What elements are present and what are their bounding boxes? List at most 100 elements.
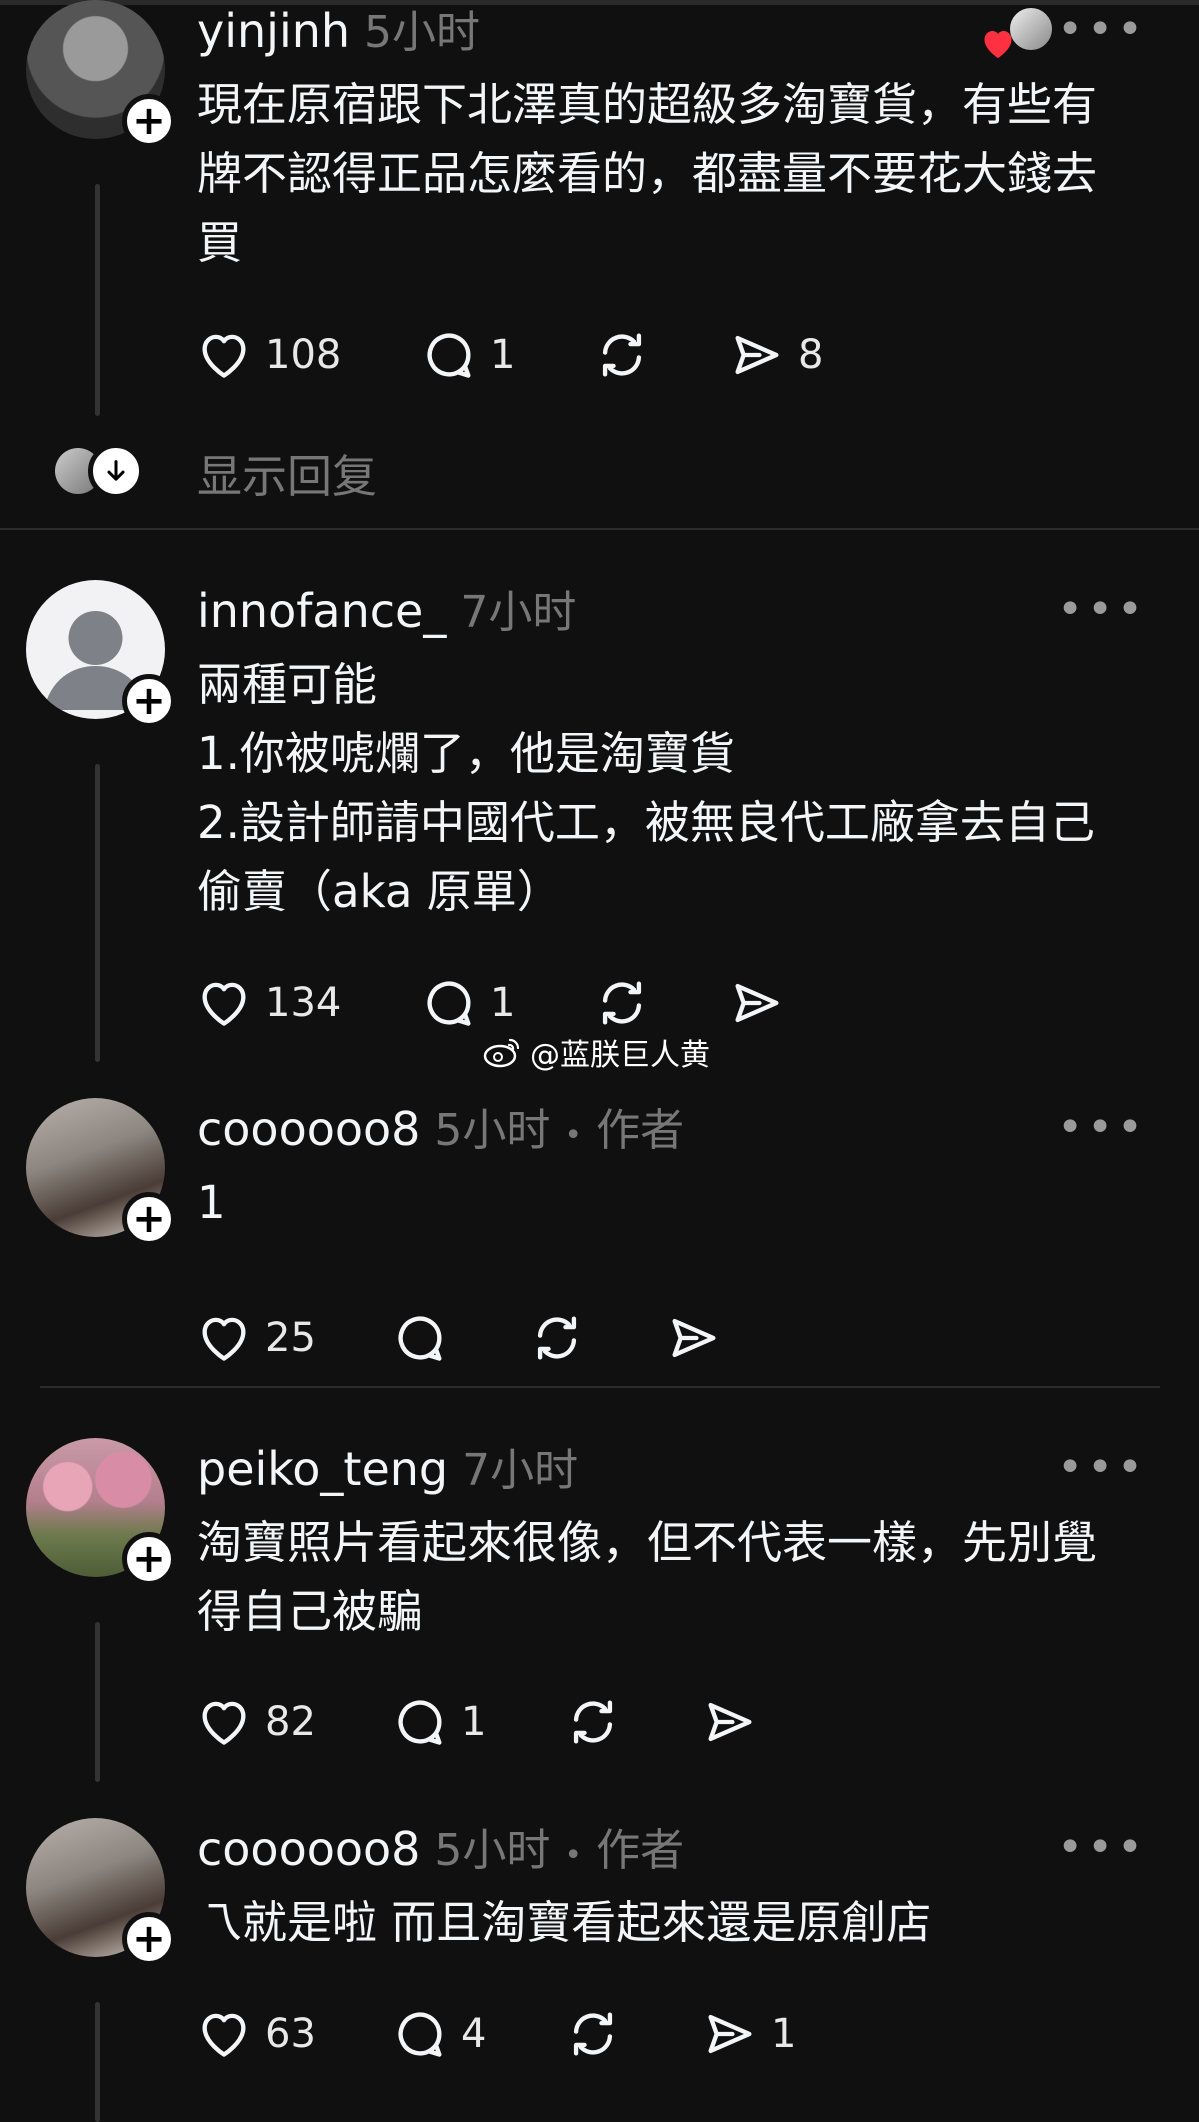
post-actions: 63 4 1 — [195, 2004, 796, 2064]
comment-button[interactable]: 1 — [391, 1693, 564, 1751]
repost-icon — [573, 2012, 613, 2056]
content-line: 現在原宿跟下北澤真的超級多淘寶貨，有些有 — [197, 78, 1098, 131]
post-header: yinjinh 5小时 — [197, 0, 480, 60]
content-line: 得自己被騙 — [197, 1585, 423, 1638]
comment-icon — [398, 1316, 442, 1361]
content-line: 兩種可能 — [197, 658, 378, 711]
arrow-down-icon — [107, 460, 125, 481]
post-content: 兩種可能 1.你被唬爛了，他是淘寶貨 2.設計師請中國代工，被無良代工廠拿去自己… — [197, 650, 1157, 926]
content-line: 牌不認得正品怎麼看的，都盡量不要花大錢去 — [197, 147, 1098, 200]
comment-count: 4 — [461, 2011, 487, 2057]
post-divider — [40, 1386, 1160, 1388]
username[interactable]: coooooo8 — [197, 1822, 420, 1876]
content-line: 2.設計師請中國代工，被無良代工廠拿去自己 — [197, 796, 1095, 849]
more-options-button[interactable]: ••• — [1057, 1102, 1147, 1153]
follow-plus-button[interactable]: + — [122, 1532, 176, 1586]
username[interactable]: yinjinh — [197, 4, 350, 58]
repost-button[interactable] — [593, 974, 728, 1032]
username[interactable]: peiko_teng — [197, 1442, 448, 1496]
content-line: 乁就是啦 而且淘寶看起來還是原創店 — [197, 1896, 932, 1949]
comment-button[interactable]: 1 — [420, 326, 593, 384]
thread-line — [95, 764, 100, 1062]
share-count: 1 — [771, 2011, 797, 2057]
content-line: 1 — [197, 1176, 226, 1229]
heart-icon — [202, 2013, 246, 2057]
comment-icon — [398, 2012, 442, 2057]
post-time: 5小时 — [434, 1105, 551, 1156]
repost-button[interactable] — [593, 326, 728, 384]
post-time: 5小时 — [364, 7, 481, 58]
username[interactable]: coooooo8 — [197, 1102, 420, 1156]
post-time: 5小时 — [434, 1825, 551, 1876]
like-count: 82 — [265, 1699, 316, 1745]
heart-icon — [202, 1317, 246, 1361]
like-button[interactable]: 82 — [195, 1693, 391, 1751]
post-actions: 82 1 — [195, 1692, 759, 1752]
watermark-text: @蓝朕巨人黄 — [530, 1038, 710, 1073]
like-button[interactable]: 25 — [195, 1309, 391, 1367]
repost-icon — [573, 1700, 613, 1744]
like-count: 134 — [265, 980, 342, 1026]
comment-button[interactable] — [391, 1309, 528, 1367]
follow-plus-button[interactable]: + — [122, 1192, 176, 1246]
like-button[interactable]: 134 — [195, 974, 420, 1032]
more-options-button[interactable]: ••• — [1057, 584, 1147, 635]
repost-button[interactable] — [564, 2005, 701, 2063]
thread-line — [95, 184, 100, 416]
post-content: 淘寶照片看起來很像，但不代表一樣，先別覺 得自己被騙 — [197, 1508, 1157, 1646]
repost-icon — [537, 1316, 577, 1360]
username[interactable]: innofance_ — [197, 584, 446, 638]
heart-icon — [202, 1701, 246, 1745]
share-count: 8 — [798, 332, 824, 378]
post-time: 7小时 — [460, 587, 577, 638]
post-header: peiko_teng 7小时 — [197, 1434, 578, 1498]
separator-dot: • — [564, 1118, 583, 1153]
post-content: 1 — [197, 1168, 1157, 1237]
share-button[interactable]: 8 — [728, 326, 823, 384]
comment-icon — [398, 1700, 442, 1745]
weibo-logo-icon — [483, 1038, 520, 1068]
post-header: coooooo8 5小时 • 作者 — [197, 1814, 684, 1878]
repost-icon — [602, 333, 642, 377]
watermark: @蓝朕巨人黄 — [482, 1030, 710, 1074]
more-options-button[interactable]: ••• — [1057, 1442, 1147, 1493]
comment-count: 1 — [490, 332, 516, 378]
like-count: 63 — [265, 2011, 316, 2057]
share-send-icon — [735, 983, 779, 1023]
heart-icon — [202, 982, 246, 1026]
follow-plus-button[interactable]: + — [122, 1912, 176, 1966]
follow-plus-button[interactable]: + — [122, 94, 176, 148]
comment-count: 1 — [461, 1699, 487, 1745]
post-actions: 134 1 — [195, 973, 786, 1033]
comment-icon — [427, 981, 471, 1026]
share-button[interactable] — [701, 1693, 759, 1751]
content-line: 1.你被唬爛了，他是淘寶貨 — [197, 727, 735, 780]
show-replies-link[interactable]: 显示回复 — [197, 440, 377, 505]
post-header: innofance_ 7小时 — [197, 576, 576, 640]
comment-count: 1 — [490, 980, 516, 1026]
content-line: 買 — [197, 216, 243, 269]
post-actions: 108 1 8 — [195, 325, 823, 385]
share-button[interactable] — [665, 1309, 723, 1367]
share-button[interactable] — [728, 974, 786, 1032]
like-button[interactable]: 63 — [195, 2005, 391, 2063]
share-button[interactable]: 1 — [701, 2005, 796, 2063]
like-count: 108 — [265, 332, 342, 378]
like-button[interactable]: 108 — [195, 326, 420, 384]
more-options-button[interactable]: ••• — [1057, 1822, 1147, 1873]
expand-replies-button[interactable] — [88, 443, 144, 499]
author-badge: 作者 — [596, 1105, 685, 1156]
repost-button[interactable] — [528, 1309, 665, 1367]
repost-icon — [602, 981, 642, 1025]
repost-button[interactable] — [564, 1693, 701, 1751]
post-divider — [0, 528, 1199, 530]
more-options-button[interactable]: ••• — [1057, 4, 1147, 55]
comment-button[interactable]: 1 — [420, 974, 593, 1032]
separator-dot: • — [564, 1838, 583, 1873]
thread-line — [95, 1622, 100, 1782]
comment-button[interactable]: 4 — [391, 2005, 564, 2063]
comment-icon — [427, 333, 471, 378]
post-header: coooooo8 5小时 • 作者 — [197, 1094, 684, 1158]
follow-plus-button[interactable]: + — [122, 674, 176, 728]
post-time: 7小时 — [462, 1445, 579, 1496]
